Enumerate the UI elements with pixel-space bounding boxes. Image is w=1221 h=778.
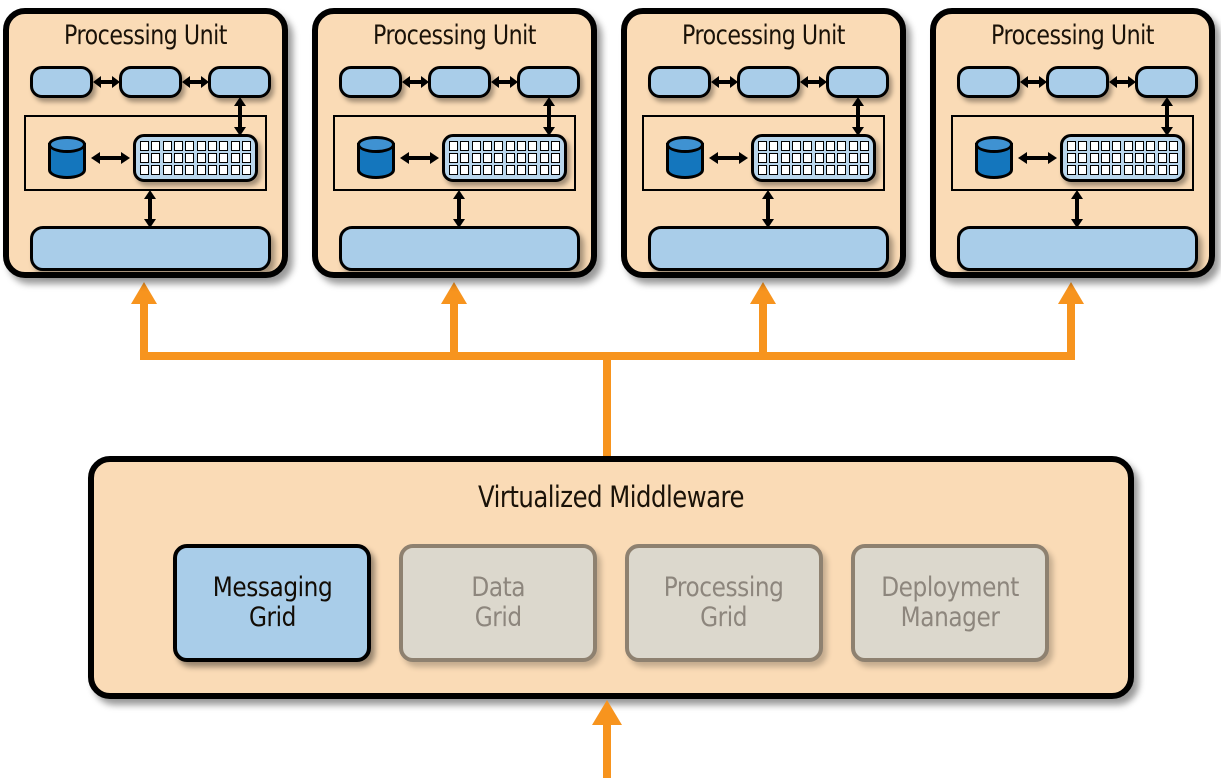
processing-unit-title: Processing Unit [373, 20, 536, 51]
pu4-arrow-pill1-pill2 [1020, 74, 1047, 90]
bus-drop-to-middleware [603, 352, 611, 458]
processing-unit-1[interactable]: Processing Unit [3, 8, 288, 278]
pu3-component-pill-1[interactable] [648, 66, 711, 98]
pu2-arrow-frame-to-bar [451, 190, 467, 228]
bus-arrowhead-unit-1 [131, 282, 157, 309]
pu2-component-pill-2[interactable] [428, 66, 491, 98]
pu2-component-pill-3[interactable] [517, 66, 580, 98]
pu3-data-grid-widget[interactable] [751, 134, 876, 182]
pu2-arrow-db-to-grid [400, 150, 439, 166]
pu2-arrow-pill1-pill2 [402, 74, 429, 90]
middleware-component-data-grid[interactable]: Data Grid [399, 544, 597, 662]
pu4-arrow-pill2-pill3 [1109, 74, 1136, 90]
grid-row [140, 141, 251, 151]
grid-row [758, 165, 869, 175]
pu3-arrow-frame-to-bar [760, 190, 776, 228]
cylinder-top [666, 136, 704, 153]
virtualized-middleware-panel[interactable]: Virtualized Middleware Messaging Grid Da… [88, 456, 1134, 699]
pu2-data-grid-widget[interactable] [442, 134, 567, 182]
middleware-component-deployment-manager[interactable]: Deployment Manager [851, 544, 1049, 662]
grid-row [758, 153, 869, 163]
cylinder-top [48, 136, 86, 153]
pu2-service-bar[interactable] [339, 226, 580, 271]
middleware-component-label: Deployment Manager [881, 571, 1019, 633]
pu4-arrow-pill3-to-grid [1159, 97, 1175, 136]
middleware-component-label: Processing Grid [664, 571, 784, 633]
processing-unit-4[interactable]: Processing Unit [930, 8, 1215, 278]
grid-row [449, 153, 560, 163]
space-based-architecture-diagram: Processing Unit Processing Unit Processi… [0, 0, 1221, 778]
middleware-title: Virtualized Middleware [477, 480, 745, 514]
processing-unit-2[interactable]: Processing Unit [312, 8, 597, 278]
middleware-component-processing-grid[interactable]: Processing Grid [625, 544, 823, 662]
pu4-service-bar[interactable] [957, 226, 1198, 271]
pu4-component-pill-1[interactable] [957, 66, 1020, 98]
grid-row [449, 165, 560, 175]
processing-unit-title: Processing Unit [991, 20, 1154, 51]
pu3-arrow-db-to-grid [709, 150, 748, 166]
pu4-arrow-db-to-grid [1018, 150, 1057, 166]
grid-row [1067, 165, 1178, 175]
pu3-service-bar[interactable] [648, 226, 889, 271]
grid-row [758, 141, 869, 151]
grid-row [1067, 153, 1178, 163]
bus-arrowhead-unit-3 [750, 282, 776, 309]
pu3-arrow-pill3-to-grid [850, 97, 866, 136]
pu4-data-grid-widget[interactable] [1060, 134, 1185, 182]
pu1-arrow-pill3-to-grid [232, 97, 248, 136]
pu1-data-grid-widget[interactable] [133, 134, 258, 182]
pu1-database-icon [48, 136, 86, 180]
pu1-arrow-db-to-grid [91, 150, 130, 166]
bus-arrowhead-unit-2 [441, 282, 467, 309]
inbound-arrow-shaft [603, 722, 611, 778]
pu3-arrow-pill1-pill2 [711, 74, 738, 90]
inbound-arrowhead-icon [592, 700, 622, 730]
pu1-arrow-pill1-pill2 [93, 74, 120, 90]
pu3-component-pill-2[interactable] [737, 66, 800, 98]
pu2-arrow-pill3-to-grid [541, 97, 557, 136]
cylinder-top [975, 136, 1013, 153]
middleware-components-row: Messaging Grid Data Grid Processing Grid… [94, 544, 1128, 664]
grid-row [449, 141, 560, 151]
pu1-arrow-frame-to-bar [142, 190, 158, 228]
pu2-arrow-pill2-pill3 [491, 74, 518, 90]
pu4-database-icon [975, 136, 1013, 180]
processing-unit-title: Processing Unit [682, 20, 845, 51]
pu1-component-pill-2[interactable] [119, 66, 182, 98]
pu4-component-pill-3[interactable] [1135, 66, 1198, 98]
cylinder-top [357, 136, 395, 153]
pu3-database-icon [666, 136, 704, 180]
processing-unit-3[interactable]: Processing Unit [621, 8, 906, 278]
processing-unit-title: Processing Unit [64, 20, 227, 51]
pu4-arrow-frame-to-bar [1069, 190, 1085, 228]
pu2-database-icon [357, 136, 395, 180]
pu4-component-pill-2[interactable] [1046, 66, 1109, 98]
pu1-component-pill-3[interactable] [208, 66, 271, 98]
grid-row [140, 153, 251, 163]
pu3-arrow-pill2-pill3 [800, 74, 827, 90]
middleware-component-label: Data Grid [471, 571, 525, 633]
pu2-component-pill-1[interactable] [339, 66, 402, 98]
grid-row [1067, 141, 1178, 151]
pu1-arrow-pill2-pill3 [182, 74, 209, 90]
pu3-component-pill-3[interactable] [826, 66, 889, 98]
pu1-service-bar[interactable] [30, 226, 271, 271]
grid-row [140, 165, 251, 175]
middleware-component-messaging-grid[interactable]: Messaging Grid [173, 544, 371, 662]
middleware-component-label: Messaging Grid [212, 571, 332, 633]
pu1-component-pill-1[interactable] [30, 66, 93, 98]
bus-arrowhead-unit-4 [1058, 282, 1084, 309]
